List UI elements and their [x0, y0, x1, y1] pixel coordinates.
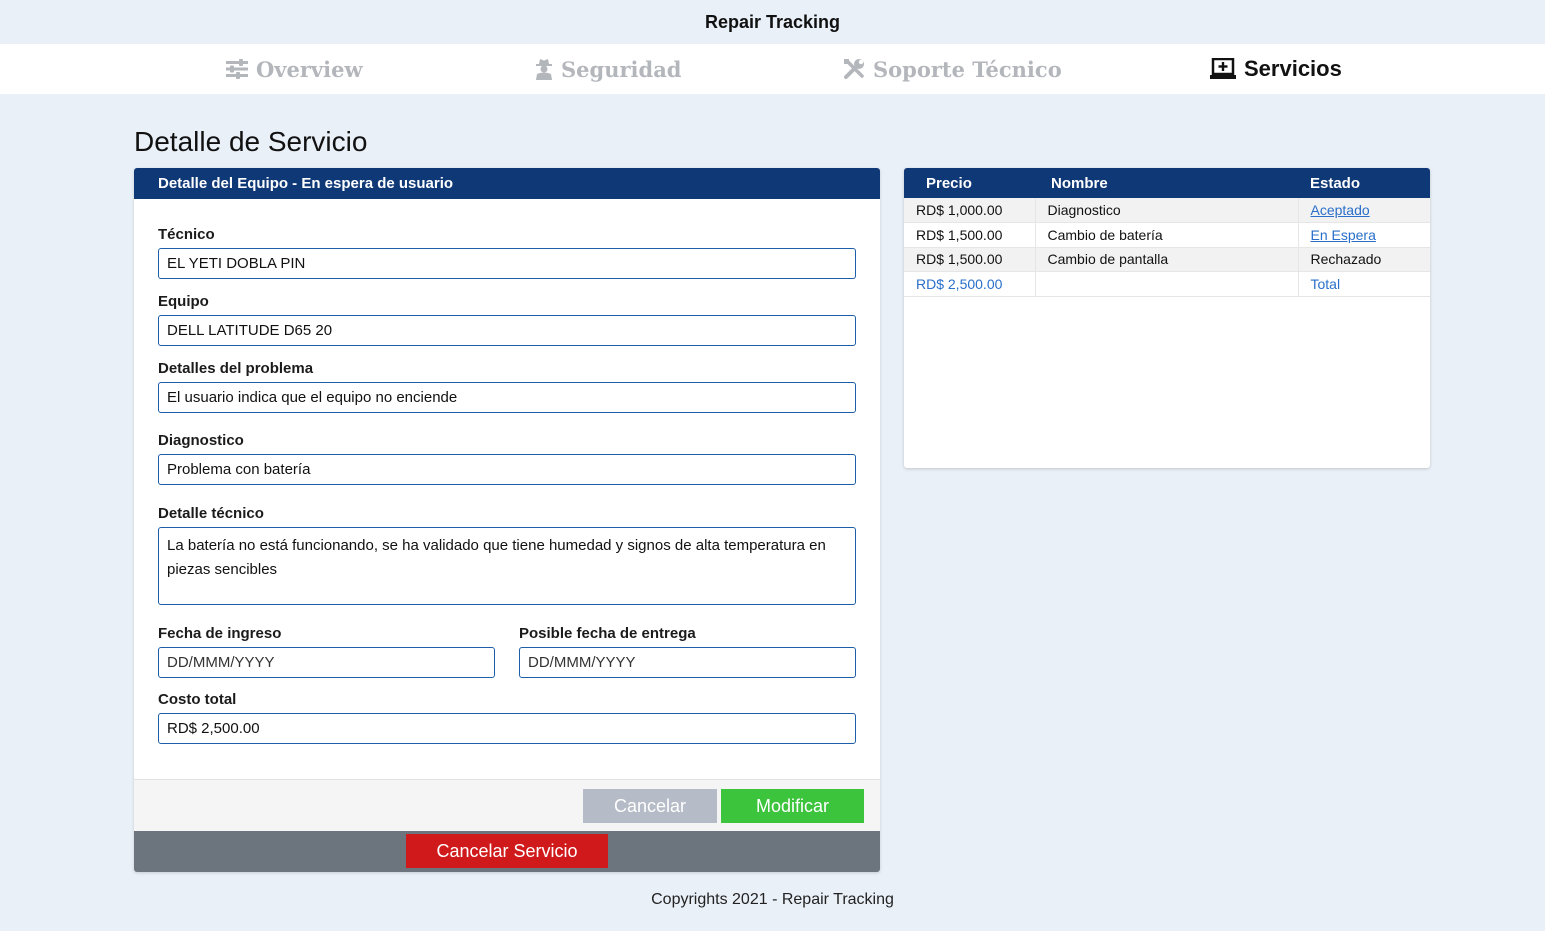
- cancel-service-button[interactable]: Cancelar Servicio: [406, 834, 608, 868]
- estado-link-aceptado[interactable]: Aceptado: [1311, 202, 1370, 218]
- total-precio: RD$ 2,500.00: [904, 271, 1036, 297]
- tecnico-label: Técnico: [158, 226, 215, 243]
- tools-icon: [843, 58, 865, 80]
- fecha-ingreso-label: Fecha de ingreso: [158, 625, 282, 642]
- equipo-field-group: Equipo: [158, 293, 856, 346]
- nav-item-seguridad[interactable]: Seguridad: [535, 44, 682, 94]
- nav-item-label: Overview: [256, 56, 363, 82]
- modify-button[interactable]: Modificar: [721, 789, 864, 823]
- main-nav: Overview Seguridad Soporte Técnico Servi…: [0, 44, 1545, 94]
- estado-link-en-espera[interactable]: En Espera: [1311, 227, 1376, 243]
- costo-total-label: Costo total: [158, 691, 237, 708]
- total-nombre: [1035, 271, 1299, 297]
- equipo-input[interactable]: [158, 315, 856, 346]
- cell-estado: En Espera: [1298, 222, 1430, 248]
- fecha-ingreso-field-group: Fecha de ingreso: [158, 625, 495, 678]
- app-title: Repair Tracking: [704, 11, 841, 32]
- detalle-tecnico-textarea[interactable]: La batería no está funcionando, se ha va…: [158, 527, 856, 605]
- copyright-text: Copyrights 2021 - Repair Tracking: [651, 891, 894, 908]
- cell-nombre: Cambio de batería: [1035, 222, 1299, 248]
- total-label: Total: [1298, 271, 1430, 297]
- nav-item-soporte-tecnico[interactable]: Soporte Técnico: [843, 44, 1062, 94]
- fecha-entrega-label: Posible fecha de entrega: [519, 625, 696, 642]
- problema-input[interactable]: [158, 382, 856, 413]
- detalle-tecnico-field-group: Detalle técnico La batería no está funci…: [158, 505, 856, 610]
- card-actions: Cancelar Modificar: [134, 779, 880, 831]
- cell-precio: RD$ 1,500.00: [904, 247, 1036, 272]
- page-title: Detalle de Servicio: [134, 126, 368, 157]
- card-header: Detalle del Equipo - En espera de usuari…: [134, 168, 880, 199]
- services-table-card: Precio Nombre Estado RD$ 1,000.00 Diagno…: [904, 168, 1430, 468]
- fecha-entrega-field-group: Posible fecha de entrega: [519, 625, 856, 678]
- detalle-tecnico-label: Detalle técnico: [158, 505, 264, 522]
- nav-item-label: Servicios: [1244, 56, 1342, 81]
- costo-total-field-group: Costo total: [158, 691, 856, 744]
- nav-item-label: Seguridad: [561, 56, 682, 82]
- tecnico-input[interactable]: [158, 248, 856, 279]
- card-footer: Cancelar Servicio: [134, 831, 880, 872]
- nav-item-servicios[interactable]: Servicios: [1210, 44, 1342, 94]
- cell-estado: Aceptado: [1298, 198, 1430, 223]
- table-row: RD$ 1,500.00 Cambio de pantalla Rechazad…: [904, 247, 1430, 272]
- table-row: RD$ 1,000.00 Diagnostico Aceptado: [904, 198, 1430, 223]
- header-nombre: Nombre: [1051, 174, 1108, 192]
- costo-total-input[interactable]: [158, 713, 856, 744]
- tecnico-field-group: Técnico: [158, 226, 856, 279]
- cell-nombre: Diagnostico: [1035, 198, 1299, 223]
- table-row: RD$ 1,500.00 Cambio de batería En Espera: [904, 222, 1430, 248]
- header-precio: Precio: [926, 174, 972, 192]
- fecha-entrega-input[interactable]: [519, 647, 856, 678]
- laptop-medical-icon: [1210, 58, 1236, 80]
- diagnostico-label: Diagnostico: [158, 432, 244, 449]
- header-estado: Estado: [1310, 174, 1361, 192]
- user-secret-icon: [535, 58, 553, 80]
- diagnostico-field-group: Diagnostico: [158, 432, 856, 485]
- problema-label: Detalles del problema: [158, 360, 314, 377]
- cell-precio: RD$ 1,500.00: [904, 222, 1036, 248]
- nav-item-label: Soporte Técnico: [873, 56, 1062, 82]
- table-header-row: Precio Nombre Estado: [904, 168, 1430, 198]
- services-table: Precio Nombre Estado RD$ 1,000.00 Diagno…: [904, 168, 1430, 297]
- nav-item-overview[interactable]: Overview: [226, 44, 363, 94]
- cell-nombre: Cambio de pantalla: [1035, 247, 1299, 272]
- cancel-button[interactable]: Cancelar: [583, 789, 717, 823]
- cell-precio: RD$ 1,000.00: [904, 198, 1036, 223]
- cell-estado: Rechazado: [1298, 247, 1430, 272]
- fecha-ingreso-input[interactable]: [158, 647, 495, 678]
- diagnostico-input[interactable]: [158, 454, 856, 485]
- sliders-icon: [226, 59, 248, 79]
- equipo-label: Equipo: [158, 293, 209, 310]
- problema-field-group: Detalles del problema: [158, 360, 856, 413]
- equipment-detail-card: Detalle del Equipo - En espera de usuari…: [134, 168, 880, 872]
- table-total-row: RD$ 2,500.00 Total: [904, 271, 1430, 297]
